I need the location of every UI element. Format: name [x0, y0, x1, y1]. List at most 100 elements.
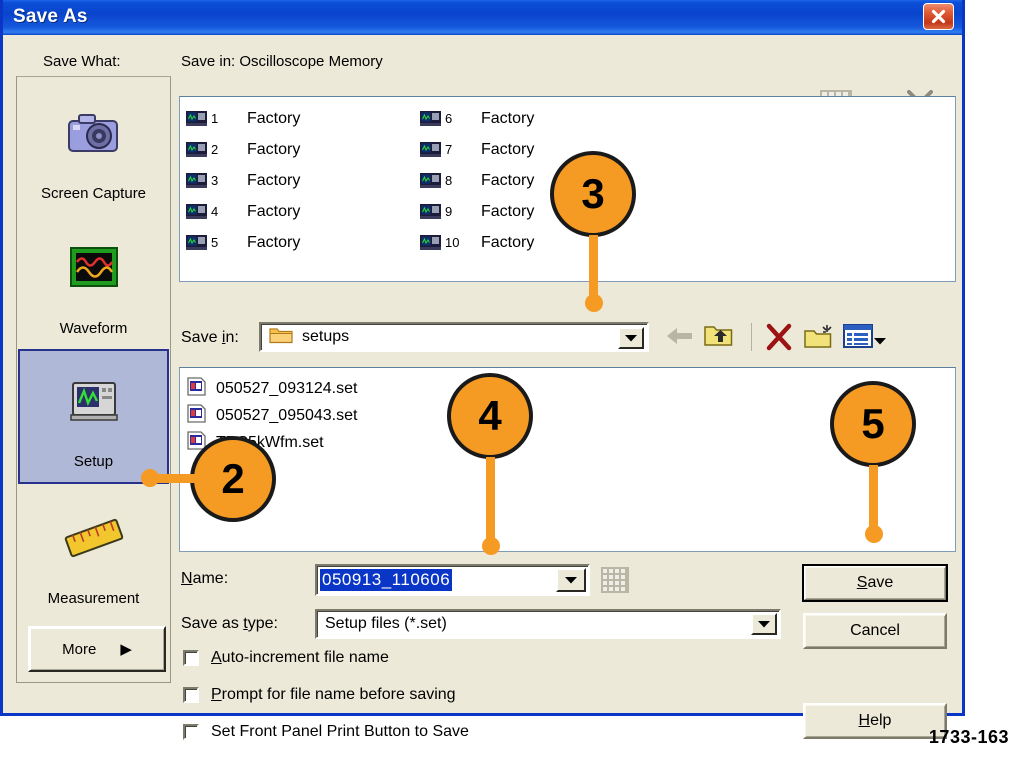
- memory-entry-number: 6: [445, 111, 453, 126]
- ruler-icon: [18, 502, 169, 576]
- oscilloscope-icon: [420, 203, 441, 220]
- window-title: Save As: [13, 6, 88, 27]
- file-name: 050527_093124.set: [216, 379, 358, 397]
- memory-entry-name: Factory: [481, 109, 535, 127]
- memory-entry[interactable]: 6 Factory: [420, 103, 534, 134]
- callout-stem: [486, 457, 495, 545]
- memory-entry[interactable]: 7 Factory: [420, 134, 534, 165]
- memory-entry-number: 1: [211, 111, 219, 126]
- memory-entry[interactable]: 4 Factory: [186, 196, 300, 227]
- memory-entry[interactable]: 10 Factory: [420, 227, 534, 258]
- memory-entry-number: 3: [211, 173, 219, 188]
- file-list[interactable]: 050527_093124.set 050527_095043.set TDS5…: [179, 367, 956, 552]
- oscilloscope-setup-icon: [20, 369, 167, 443]
- sidebar-item-screen-capture[interactable]: Screen Capture: [18, 79, 169, 214]
- folder-icon: [269, 325, 293, 349]
- sidebar-item-setup[interactable]: Setup: [18, 349, 169, 484]
- memory-column-right: 6 Factory 7 Factory 8 Factory 9 Factory …: [420, 103, 534, 258]
- figure-caption: 1733-163: [928, 727, 1009, 747]
- save-as-type-combo[interactable]: Setup files (*.set): [315, 609, 781, 639]
- callout-number: 5: [830, 381, 916, 467]
- save-what-label: Save What:: [43, 53, 121, 70]
- help-button[interactable]: Help: [803, 703, 947, 739]
- keypad-grid-icon[interactable]: [601, 567, 629, 593]
- save-button-label: Save: [856, 574, 894, 591]
- memory-entry-name: Factory: [247, 202, 301, 220]
- memory-entry-name: Factory: [247, 140, 301, 158]
- cancel-button-label: Cancel: [850, 622, 900, 639]
- callout-stem: [589, 235, 598, 302]
- back-button[interactable]: [665, 323, 694, 354]
- memory-column-left: 1 Factory 2 Factory 3 Factory 4 Factory …: [186, 103, 300, 258]
- memory-entry[interactable]: 5 Factory: [186, 227, 300, 258]
- checkbox-box[interactable]: [183, 650, 199, 666]
- oscilloscope-icon: [420, 141, 441, 158]
- save-as-dialog: Save As Save What: Screen Capture Wavefo…: [0, 0, 965, 740]
- title-bar: Save As: [3, 0, 962, 36]
- camera-icon: [18, 97, 169, 171]
- memory-entry-name: Factory: [247, 233, 301, 251]
- checkbox-front-panel-print-to-save[interactable]: Set Front Panel Print Button to Save: [183, 723, 469, 741]
- memory-entry-number: 7: [445, 142, 453, 157]
- save-as-type-dropdown[interactable]: [751, 613, 777, 635]
- new-folder-icon: [803, 325, 835, 355]
- save-in-label: Save in:: [181, 329, 239, 346]
- memory-entry[interactable]: 1 Factory: [186, 103, 300, 134]
- save-in-combo[interactable]: setups: [259, 322, 649, 352]
- toolbar-separator: [751, 323, 752, 351]
- savein-dropdown[interactable]: [618, 327, 644, 349]
- callout-number: 4: [447, 373, 533, 459]
- name-field[interactable]: 050913_110606: [315, 564, 590, 596]
- callout-dot: [585, 294, 603, 312]
- chevron-down-icon[interactable]: [874, 332, 886, 350]
- name-dropdown[interactable]: [556, 568, 586, 592]
- memory-entry-number: 5: [211, 235, 219, 250]
- memory-entry-name: Factory: [481, 233, 535, 251]
- memory-entry-name: Factory: [247, 171, 301, 189]
- memory-entry[interactable]: 8 Factory: [420, 165, 534, 196]
- checkbox-label: Auto-increment file name: [211, 649, 389, 666]
- sidebar-item-waveform[interactable]: Waveform: [18, 214, 169, 349]
- sidebar-item-label: Measurement: [47, 590, 140, 607]
- oscilloscope-icon: [186, 110, 207, 127]
- memory-entry-name: Factory: [481, 202, 535, 220]
- callout-dot: [141, 469, 159, 487]
- checkbox-auto-increment[interactable]: Auto-increment file name: [183, 649, 389, 667]
- sidebar-item-label: Setup: [73, 453, 114, 470]
- delete-x-icon: [765, 323, 793, 355]
- chevron-down-icon: [758, 615, 770, 633]
- file-name: 050527_095043.set: [216, 406, 358, 424]
- callout-dot: [482, 537, 500, 555]
- oscilloscope-icon: [186, 203, 207, 220]
- memory-entry-number: 8: [445, 173, 453, 188]
- oscilloscope-icon: [420, 110, 441, 127]
- up-folder-icon: [703, 326, 733, 353]
- save-as-type-label: Save as type:: [181, 615, 278, 632]
- close-button[interactable]: [923, 3, 954, 30]
- oscilloscope-icon: [186, 141, 207, 158]
- oscilloscope-icon: [420, 234, 441, 251]
- checkbox-box[interactable]: [183, 724, 199, 740]
- callout-number: 2: [190, 436, 276, 522]
- memory-entry[interactable]: 9 Factory: [420, 196, 534, 227]
- views-button[interactable]: [843, 323, 886, 354]
- checkbox-box[interactable]: [183, 687, 199, 703]
- more-button-label: More: [62, 640, 97, 658]
- memory-entry[interactable]: 2 Factory: [186, 134, 300, 165]
- delete-button[interactable]: [765, 323, 793, 356]
- sidebar-item-measurement[interactable]: Measurement: [18, 484, 169, 619]
- screenshot-root: Save As Save What: Screen Capture Wavefo…: [0, 0, 1023, 761]
- oscilloscope-icon: [186, 172, 207, 189]
- cancel-button[interactable]: Cancel: [803, 613, 947, 649]
- new-folder-button[interactable]: [803, 323, 835, 356]
- name-label: Name:: [181, 570, 229, 587]
- memory-entry-name: Factory: [247, 109, 301, 127]
- memory-entry-number: 9: [445, 204, 453, 219]
- chevron-right-icon: ▶: [120, 641, 132, 658]
- up-folder-button[interactable]: [703, 323, 733, 354]
- set-file-icon: [187, 376, 206, 401]
- checkbox-prompt-for-file-name[interactable]: Prompt for file name before saving: [183, 686, 456, 704]
- more-button[interactable]: More ▶: [28, 626, 166, 672]
- memory-entry[interactable]: 3 Factory: [186, 165, 300, 196]
- save-button[interactable]: Save: [802, 564, 948, 602]
